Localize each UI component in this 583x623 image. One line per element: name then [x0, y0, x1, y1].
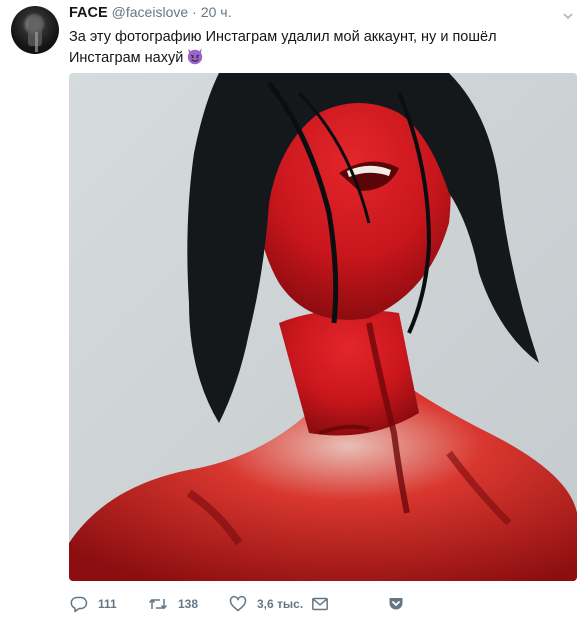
retweet-count: 138 [178, 597, 199, 611]
avatar[interactable] [11, 6, 59, 54]
direct-message-button[interactable] [311, 592, 329, 616]
tweet-text: За эту фотографию Инстаграм удалил мой а… [69, 27, 565, 68]
author-handle[interactable]: @faceislove [112, 4, 188, 20]
author-name[interactable]: FACE [69, 5, 108, 21]
separator-dot: · [192, 4, 197, 20]
like-count: 3,6 тыс. [257, 597, 304, 611]
heart-icon [229, 595, 247, 613]
like-button[interactable]: 3,6 тыс. [229, 592, 303, 616]
pocket-save-icon [387, 595, 405, 613]
tweet-header: FACE @faceislove · 20 ч. [69, 4, 231, 24]
tweet-timestamp[interactable]: 20 ч. [201, 4, 232, 20]
retweet-button[interactable]: 138 [148, 592, 198, 616]
reply-button[interactable]: 111 [70, 592, 117, 616]
tweet-photo[interactable] [69, 73, 577, 581]
pocket-save-button[interactable] [387, 592, 405, 616]
tweet: FACE @faceislove · 20 ч. За эту фотограф… [0, 0, 583, 623]
chevron-down-icon[interactable] [563, 8, 573, 20]
retweet-icon [148, 595, 168, 613]
tweet-actions: 111 138 3,6 тыс. [69, 592, 489, 616]
reply-count: 111 [98, 597, 117, 611]
smiling-imp-emoji-icon [186, 47, 204, 65]
reply-icon [70, 595, 88, 613]
envelope-icon [311, 595, 329, 613]
tweet-text-body: За эту фотографию Инстаграм удалил мой а… [69, 29, 497, 66]
